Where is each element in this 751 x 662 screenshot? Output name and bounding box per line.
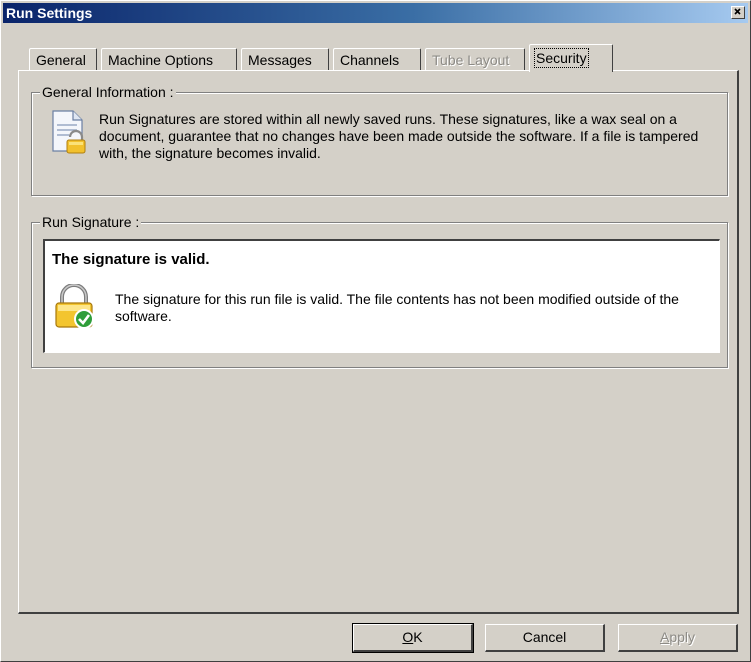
cancel-button[interactable]: Cancel xyxy=(485,624,605,652)
apply-button: Apply xyxy=(618,624,738,652)
signed-document-icon xyxy=(52,110,86,154)
tab-label: Channels xyxy=(340,52,400,68)
close-button[interactable] xyxy=(731,6,745,19)
title-bar[interactable]: Run Settings xyxy=(3,3,748,23)
ok-button[interactable]: OK xyxy=(352,623,474,653)
tab-label: Machine Options xyxy=(108,52,214,68)
general-information-text: Run Signatures are stored within all new… xyxy=(99,111,699,161)
tab-general[interactable]: General xyxy=(29,48,97,70)
close-icon xyxy=(734,8,741,15)
window-title: Run Settings xyxy=(6,5,93,21)
tab-label: General xyxy=(36,52,86,68)
lock-valid-icon xyxy=(55,284,94,329)
group-legend: General Information : xyxy=(40,84,176,100)
tab-tube-layout: Tube Layout xyxy=(425,48,525,70)
signature-status-text: The signature for this run file is valid… xyxy=(115,291,679,324)
tab-label: Tube Layout xyxy=(432,52,510,68)
tab-label: Messages xyxy=(248,52,312,68)
tab-machine-options[interactable]: Machine Options xyxy=(101,48,237,70)
ok-label-rest: K xyxy=(413,629,423,645)
run-settings-window: Run Settings General Machine Options Mes… xyxy=(0,0,751,662)
ok-mnemonic: O xyxy=(402,629,414,645)
tab-messages[interactable]: Messages xyxy=(241,48,329,70)
apply-label-rest: pply xyxy=(669,629,696,645)
signature-status-panel: The signature is valid. The signature fo… xyxy=(43,239,720,353)
tab-label: Security xyxy=(534,48,589,68)
tab-channels[interactable]: Channels xyxy=(333,48,421,70)
cancel-label: Cancel xyxy=(522,629,567,645)
group-legend: Run Signature : xyxy=(40,214,142,230)
apply-mnemonic: A xyxy=(659,629,670,645)
tab-security[interactable]: Security xyxy=(529,44,613,72)
signature-status-heading: The signature is valid. xyxy=(52,251,210,268)
